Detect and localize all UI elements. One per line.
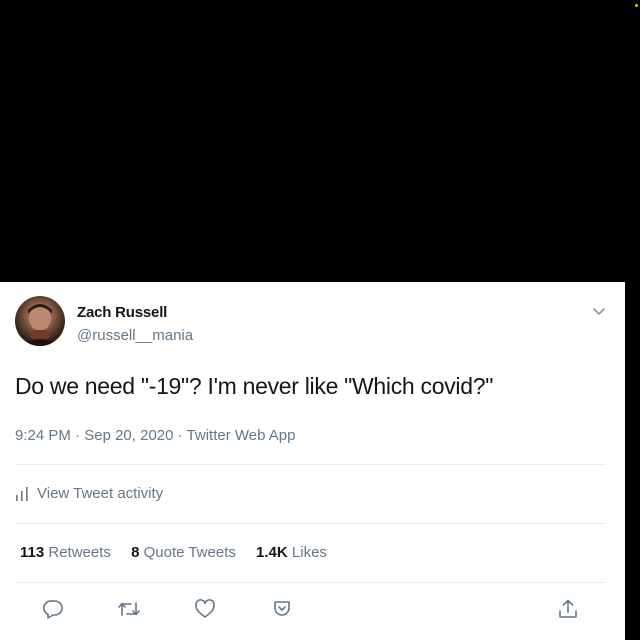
engagement-stats: 113 Retweets 8 Quote Tweets 1.4K Likes: [20, 544, 343, 561]
share-button[interactable]: [555, 596, 581, 622]
quotes-label: Quote Tweets: [143, 544, 236, 561]
action-bar: [0, 596, 625, 626]
divider: [15, 523, 605, 524]
quotes-count: 8: [131, 544, 140, 561]
retweets-label: Retweets: [48, 544, 111, 561]
bookmark-icon: [274, 601, 290, 616]
retweets-count: 113: [20, 544, 45, 561]
author-handle[interactable]: @russell__mania: [77, 327, 193, 344]
corner-indicator-dot: [635, 4, 638, 7]
view-activity-link[interactable]: View Tweet activity: [15, 485, 163, 502]
meta-separator: ·: [173, 427, 187, 444]
bookmark-button[interactable]: [269, 596, 295, 622]
tweet-source[interactable]: Twitter Web App: [187, 427, 296, 444]
reply-button[interactable]: [40, 596, 66, 622]
divider: [15, 582, 605, 583]
retweet-icon: [118, 602, 140, 616]
divider: [15, 464, 605, 465]
meta-separator: ·: [70, 427, 85, 444]
likes-stat[interactable]: 1.4K Likes: [256, 544, 327, 561]
bar-chart-icon: [16, 486, 28, 501]
view-activity-label: View Tweet activity: [37, 485, 164, 502]
tweet-date[interactable]: Sep 20, 2020: [84, 427, 173, 444]
chevron-down-icon[interactable]: [590, 302, 608, 320]
tweet-text: Do we need "-19"? I'm never like "Which …: [15, 373, 494, 399]
avatar[interactable]: [15, 296, 65, 346]
retweet-button[interactable]: [116, 596, 142, 622]
likes-count: 1.4K: [256, 544, 288, 561]
heart-icon: [195, 599, 215, 618]
author-name[interactable]: Zach Russell: [77, 304, 167, 321]
retweets-stat[interactable]: 113 Retweets: [20, 544, 111, 561]
quotes-stat[interactable]: 8 Quote Tweets: [131, 544, 236, 561]
likes-label: Likes: [291, 544, 327, 561]
like-button[interactable]: [192, 596, 218, 622]
share-icon: [559, 599, 577, 618]
tweet-meta: 9:24 PM · Sep 20, 2020 · Twitter Web App: [15, 427, 295, 444]
tweet-time[interactable]: 9:24 PM: [15, 427, 71, 444]
reply-icon: [43, 600, 63, 619]
